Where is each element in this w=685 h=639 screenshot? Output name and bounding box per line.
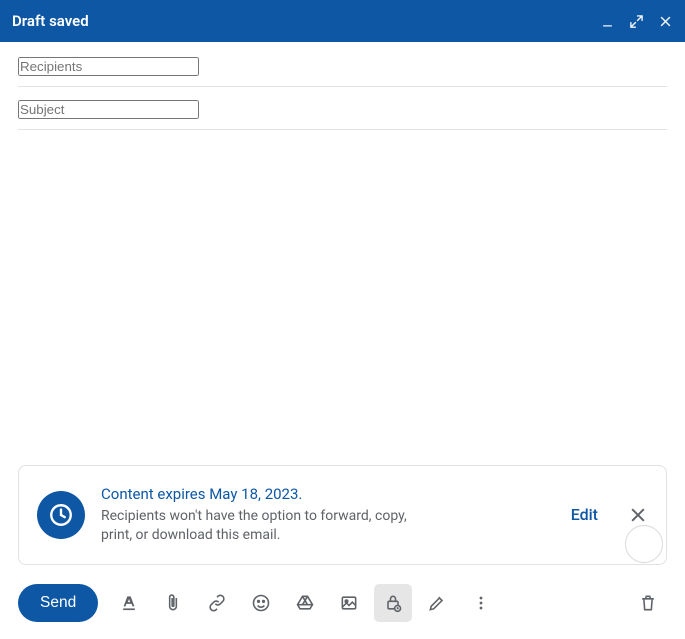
emoji-icon: [251, 593, 271, 613]
signature-button[interactable]: [418, 584, 456, 622]
close-button[interactable]: [658, 14, 673, 29]
floating-badge: [625, 525, 663, 563]
confidential-icon-badge: [37, 491, 85, 539]
insert-image-button[interactable]: [330, 584, 368, 622]
image-icon: [339, 593, 359, 613]
subject-row: [18, 87, 667, 130]
compose-footer: Send: [0, 581, 685, 639]
minimize-button[interactable]: [600, 14, 615, 29]
pen-icon: [427, 593, 447, 613]
recipients-row: [18, 42, 667, 87]
attach-button[interactable]: [154, 584, 192, 622]
window-controls: [600, 14, 673, 29]
drive-button[interactable]: [286, 584, 324, 622]
formatting-button[interactable]: [110, 584, 148, 622]
confidential-text: Content expires May 18, 2023. Recipients…: [101, 484, 555, 546]
compose-window: Draft saved Content expires May 1: [0, 0, 685, 639]
lock-clock-icon: [383, 593, 403, 613]
recipients-input[interactable]: [18, 57, 199, 76]
subject-input[interactable]: [18, 100, 199, 119]
compose-title: Draft saved: [12, 12, 89, 30]
discard-draft-button[interactable]: [629, 584, 667, 622]
drive-icon: [295, 593, 315, 613]
trash-icon: [638, 593, 658, 613]
expand-icon: [629, 14, 644, 29]
paperclip-icon: [163, 593, 183, 613]
text-format-icon: [119, 593, 139, 613]
close-icon: [658, 14, 673, 29]
close-icon: [628, 505, 648, 525]
message-body[interactable]: [0, 130, 685, 465]
send-button[interactable]: Send: [18, 584, 98, 622]
clock-lock-icon: [48, 502, 74, 528]
link-icon: [207, 593, 227, 613]
more-vertical-icon: [471, 593, 491, 613]
expand-button[interactable]: [629, 14, 644, 29]
edit-confidential-link[interactable]: Edit: [571, 505, 598, 524]
insert-link-button[interactable]: [198, 584, 236, 622]
expiry-text: Content expires May 18, 2023.: [101, 484, 555, 505]
confidential-note: Recipients won't have the option to forw…: [101, 507, 441, 546]
more-options-button[interactable]: [462, 584, 500, 622]
confidential-mode-button[interactable]: [374, 584, 412, 622]
confidential-mode-banner: Content expires May 18, 2023. Recipients…: [18, 465, 667, 565]
minimize-icon: [600, 14, 615, 29]
dismiss-banner-button[interactable]: [628, 505, 648, 525]
emoji-button[interactable]: [242, 584, 280, 622]
compose-header: Draft saved: [0, 0, 685, 42]
